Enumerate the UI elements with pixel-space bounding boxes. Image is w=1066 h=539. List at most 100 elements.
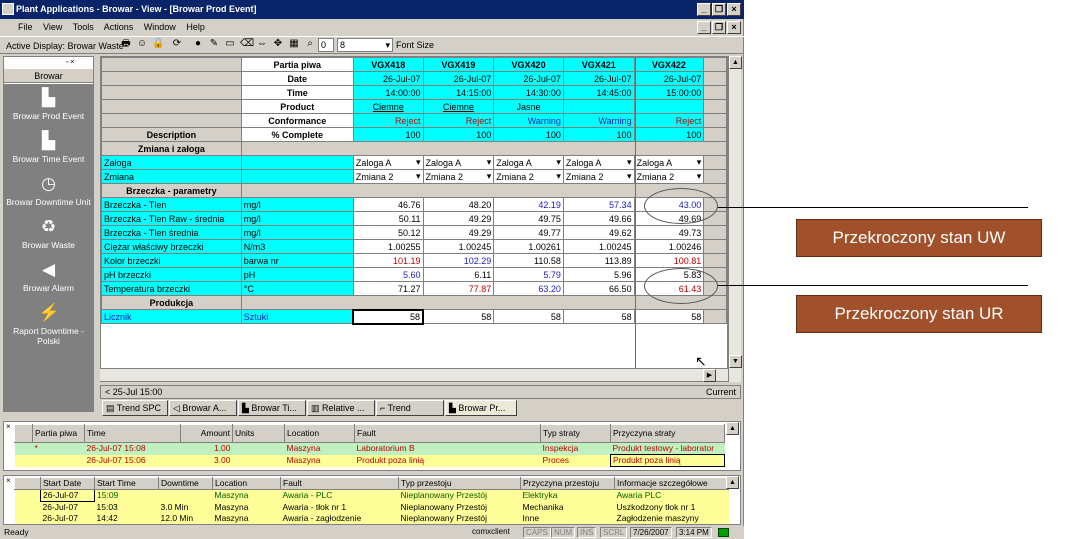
menu-help[interactable]: Help (186, 22, 205, 32)
sidebar-item-raport-downtime[interactable]: ⚡ Raport Downtime - Polski (4, 303, 93, 346)
tab-browar-alarm[interactable]: ◁ Browar A... (169, 400, 237, 416)
zoom-min-field[interactable]: 0 (318, 38, 334, 52)
shift-dropdown[interactable]: Zmiana 2 (352, 169, 424, 184)
tab-browar-prod[interactable]: ▙ Browar Pr... (445, 400, 517, 416)
column-header[interactable]: VGX420 (493, 57, 564, 72)
grid-icon[interactable]: ▦ (288, 38, 300, 50)
crew-dropdown[interactable]: Zaloga A (493, 155, 564, 170)
column-header[interactable]: Amount (180, 424, 233, 443)
value-cell[interactable]: 49.29 (422, 211, 495, 226)
value-cell[interactable]: 48.20 (422, 197, 495, 212)
tab-browar-time[interactable]: ▙ Browar Ti... (238, 400, 306, 416)
column-header[interactable]: Przyczyna straty (610, 424, 725, 443)
child-minimize-button[interactable]: _ (697, 21, 711, 34)
scroll-down-icon[interactable]: ▼ (729, 355, 742, 368)
table-row[interactable]: 26-Jul-07 15:06 3.00 Maszyna Produkt poza l… (14, 454, 725, 467)
value-cell[interactable]: 58 (562, 309, 635, 324)
value-cell[interactable]: 5.79 (493, 267, 564, 282)
value-cell[interactable]: 58 (422, 309, 495, 324)
panel-close-icon[interactable]: × (6, 422, 11, 431)
pencil-icon[interactable]: ✎ (208, 38, 220, 50)
value-cell[interactable]: 5.96 (562, 267, 635, 282)
crew-dropdown[interactable]: Zaloga A (422, 155, 495, 170)
crew-dropdown[interactable]: Zaloga A (562, 155, 635, 170)
lock-icon[interactable]: 🔒 (152, 38, 164, 50)
product-link[interactable]: Ciemne (352, 99, 424, 114)
tab-trend-spc[interactable]: ▤ Trend SPC (102, 400, 168, 416)
value-cell[interactable]: 42.19 (493, 197, 564, 212)
column-header[interactable]: Location (284, 424, 355, 443)
value-cell[interactable]: 58 (352, 308, 425, 325)
crew-dropdown[interactable]: Zaloga A (633, 155, 705, 170)
value-cell[interactable]: 1.00246 (633, 239, 705, 254)
shift-dropdown[interactable]: Zmiana 2 (493, 169, 564, 184)
value-cell[interactable]: 50.12 (352, 225, 424, 240)
close-button[interactable]: × (727, 3, 741, 16)
value-cell[interactable]: 49.66 (562, 211, 635, 226)
sidebar-item-browar-prod-event[interactable]: ▙ Browar Prod Event (4, 88, 93, 121)
value-cell[interactable]: 113.89 (562, 253, 635, 268)
time-navigation-bar[interactable]: < 25-Jul 15:00 Current (100, 385, 741, 399)
value-cell[interactable]: 58 (493, 309, 564, 324)
value-cell[interactable]: 66.50 (562, 281, 635, 296)
column-header[interactable]: Informacje szczegółowe (614, 477, 729, 490)
search-icon[interactable]: ⌕ (304, 38, 316, 50)
scroll-up-icon[interactable]: ▲ (729, 56, 742, 69)
value-cell[interactable]: 102.29 (422, 253, 495, 268)
column-header[interactable]: Fault (280, 477, 399, 490)
value-cell[interactable]: 46.76 (352, 197, 424, 212)
arrows-icon[interactable]: ⇔ (256, 38, 268, 50)
refresh-icon[interactable]: ⟳ (171, 38, 183, 50)
vertical-scrollbar[interactable]: ▲ ▼ (728, 56, 742, 382)
value-cell[interactable]: 58 (633, 309, 705, 324)
value-cell[interactable]: 71.27 (352, 281, 424, 296)
value-cell[interactable]: 1.00245 (422, 239, 495, 254)
column-header[interactable]: Partia piwa (32, 424, 85, 443)
tab-trend[interactable]: ⌐ Trend (376, 400, 444, 416)
horizontal-scrollbar[interactable]: ▶ (100, 368, 728, 382)
tab-relative[interactable]: ▥ Relative ... (307, 400, 375, 416)
sidebar-item-browar-waste[interactable]: ♻ Browar Waste (4, 217, 93, 250)
sidebar-item-browar-time-event[interactable]: ▙ Browar Time Event (4, 131, 93, 164)
panel-close-icon[interactable]: × (6, 476, 11, 485)
column-header[interactable]: Typ przestoju (398, 477, 521, 490)
column-header[interactable]: Time (84, 424, 181, 443)
shift-dropdown[interactable]: Zmiana 2 (633, 169, 705, 184)
value-cell[interactable]: 57.34 (562, 197, 635, 212)
menu-window[interactable]: Window (144, 22, 176, 32)
table-row[interactable]: 26-Jul-07 15:09 Maszyna Awaria - PLC Nieplan… (14, 489, 729, 502)
table-row[interactable]: * 26-Jul-07 15:08 1.00 Maszyna Laboratorium … (14, 442, 725, 455)
value-cell[interactable]: 77.87 (422, 281, 495, 296)
panel-controls[interactable]: ▫ × (66, 58, 90, 67)
font-size-select[interactable]: 8 ▾ (337, 38, 393, 52)
shift-dropdown[interactable]: Zmiana 2 (422, 169, 495, 184)
scroll-up-icon[interactable]: ▲ (726, 476, 739, 489)
eraser-icon[interactable]: ⌫ (240, 38, 254, 50)
crew-dropdown[interactable]: Zaloga A (352, 155, 424, 170)
time-start[interactable]: < 25-Jul 15:00 (105, 386, 162, 398)
column-header[interactable]: VGX419 (422, 57, 495, 72)
scroll-up-icon[interactable]: ▲ (726, 422, 739, 435)
column-header[interactable]: Start Time (94, 477, 159, 490)
value-cell[interactable]: 49.73 (633, 225, 705, 240)
menu-tools[interactable]: Tools (73, 22, 94, 32)
column-header[interactable]: VGX421 (562, 57, 635, 72)
column-header[interactable]: Units (232, 424, 285, 443)
users-icon[interactable]: ☺ (136, 38, 148, 50)
print-icon[interactable]: 🖶 (120, 38, 132, 50)
value-cell[interactable]: 49.77 (493, 225, 564, 240)
child-close-button[interactable]: × (727, 21, 741, 34)
value-cell[interactable]: 1.00255 (352, 239, 424, 254)
column-header[interactable]: Location (212, 477, 281, 490)
value-cell[interactable]: 50.11 (352, 211, 424, 226)
value-cell[interactable]: 49.62 (562, 225, 635, 240)
value-cell[interactable]: 1.00261 (493, 239, 564, 254)
sidebar-item-browar-downtime-unit[interactable]: ◷ Browar Downtime Unit (4, 174, 93, 207)
menu-actions[interactable]: Actions (104, 22, 134, 32)
column-header[interactable]: VGX418 (352, 57, 424, 72)
column-header[interactable]: Przyczyna przestoju (520, 477, 615, 490)
value-cell[interactable]: 110.58 (493, 253, 564, 268)
menu-file[interactable]: File (18, 22, 33, 32)
menu-view[interactable]: View (43, 22, 62, 32)
child-restore-button[interactable]: ❐ (712, 21, 726, 34)
